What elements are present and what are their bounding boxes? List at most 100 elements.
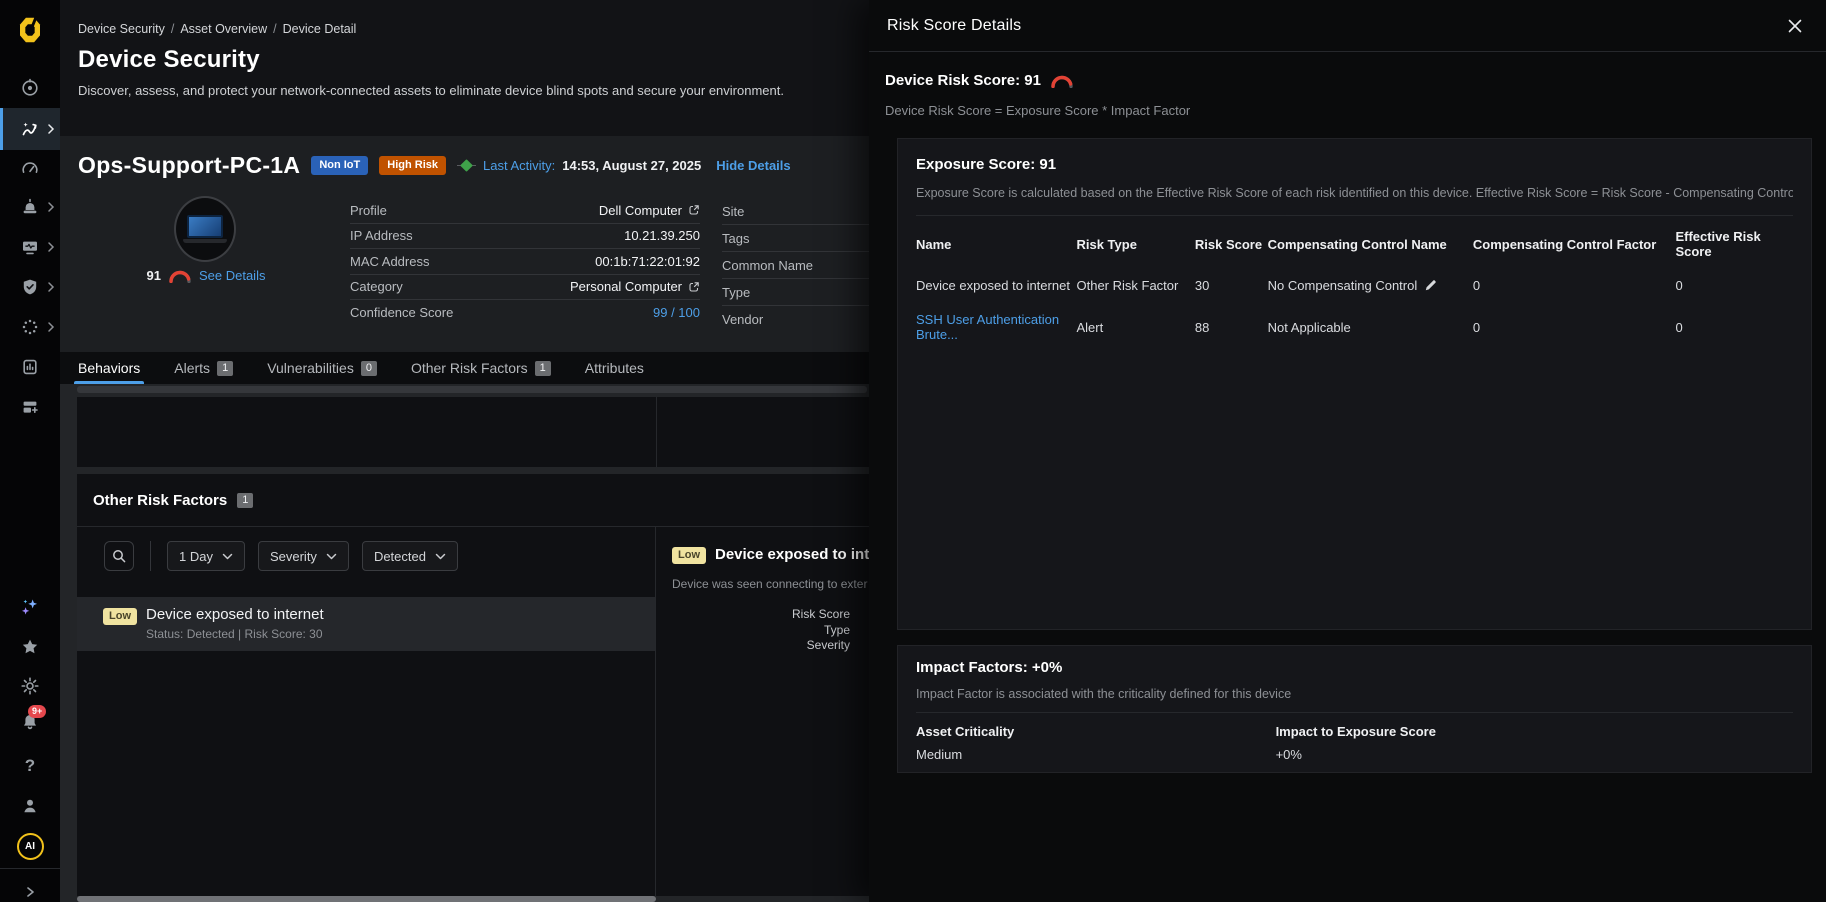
risk-gauge-icon — [168, 269, 192, 283]
impact-table-header: Asset Criticality Impact to Exposure Sco… — [916, 724, 1793, 739]
siren-icon — [20, 197, 40, 217]
ai-badge: AI — [17, 833, 44, 860]
cell-control-factor: 0 — [1473, 278, 1676, 293]
exposure-score-title: Exposure Score: 91 — [916, 156, 1793, 173]
cell-impact: +0% — [1276, 747, 1793, 762]
sparkles-icon — [19, 596, 41, 618]
impact-factors-card: Impact Factors: +0% Impact Factor is ass… — [897, 645, 1812, 773]
external-link-icon[interactable] — [688, 281, 700, 293]
sidebar-item-help[interactable]: ? — [0, 746, 60, 786]
device-title-row: Ops-Support-PC-1A Non IoT High Risk Last… — [78, 152, 791, 179]
severity-filter-dropdown[interactable]: Severity — [258, 541, 349, 571]
severity-badge: Low — [103, 608, 137, 625]
cell-effective-risk-score: 0 — [1675, 278, 1793, 293]
notification-count-badge: 9+ — [28, 705, 46, 718]
sidebar-item-notifications[interactable]: 9+ — [0, 704, 60, 744]
sidebar-item-reports[interactable] — [0, 347, 60, 387]
shield-check-icon — [20, 277, 40, 297]
sidebar-item-ai-badge[interactable]: AI — [0, 826, 60, 866]
close-button[interactable] — [1784, 15, 1806, 37]
last-activity: Last Activity: 14:53, August 27, 2025 — [457, 158, 701, 173]
sidebar-item-alerts[interactable] — [0, 187, 60, 227]
device-security-app: 9+ ? AI Device Security / — [0, 0, 1826, 902]
breadcrumb-device-detail[interactable]: Device Detail — [283, 22, 357, 36]
risk-level-badge: High Risk — [379, 156, 446, 175]
external-link-icon[interactable] — [688, 204, 700, 216]
cell-asset-criticality: Medium — [916, 747, 1276, 762]
search-button[interactable] — [104, 541, 134, 571]
list-item[interactable]: Low Device exposed to internet Status: D… — [77, 597, 655, 651]
device-risk-score-heading: Device Risk Score: 91 — [885, 72, 1074, 89]
panel-title: Risk Score Details — [887, 17, 1021, 35]
sidebar-expand-button[interactable] — [0, 872, 60, 902]
cell-name-link[interactable]: SSH User Authentication Brute... — [916, 312, 1076, 342]
device-risk-score-row: 91 See Details — [126, 268, 286, 283]
device-avatar — [174, 196, 236, 262]
see-details-link[interactable]: See Details — [199, 268, 265, 283]
status-filter-dropdown[interactable]: Detected — [362, 541, 458, 571]
cell-control-name: No Compensating Control — [1268, 278, 1418, 293]
sidebar-item-favorites[interactable] — [0, 627, 60, 667]
severity-badge: Low — [672, 547, 706, 564]
list-horizontal-scrollbar[interactable] — [77, 896, 656, 902]
cell-name: Device exposed to internet — [916, 278, 1076, 293]
sidebar-item-processes[interactable] — [0, 307, 60, 347]
detail-label-type: Type — [672, 623, 850, 639]
impact-factors-description: Impact Factor is associated with the cri… — [916, 687, 1793, 701]
tab-other-risk-factors[interactable]: Other Risk Factors1 — [411, 352, 551, 384]
gauge-icon — [20, 158, 40, 178]
toolbar-divider — [150, 541, 151, 571]
exposure-table-header: Name Risk Type Risk Score Compensating C… — [916, 229, 1793, 259]
section-count-badge: 1 — [237, 493, 253, 508]
horizontal-scrollbar[interactable] — [77, 386, 867, 393]
divider — [916, 215, 1793, 216]
risk-gauge-icon — [1050, 74, 1074, 88]
col-risk-type: Risk Type — [1076, 237, 1194, 252]
impact-table-row: Medium +0% — [916, 747, 1793, 762]
sidebar-item-integrations[interactable] — [0, 387, 60, 427]
sidebar-divider — [0, 868, 60, 869]
cell-control-factor: 0 — [1473, 320, 1676, 335]
risk-score-value: 91 — [147, 268, 161, 283]
star-icon — [20, 637, 40, 657]
section-title: Other Risk Factors — [93, 492, 227, 509]
card-divider — [656, 397, 657, 467]
edit-pencil-icon[interactable] — [1424, 279, 1437, 292]
cell-risk-score: 30 — [1195, 278, 1268, 293]
time-filter-dropdown[interactable]: 1 Day — [167, 541, 245, 571]
exposure-table-row: Device exposed to internet Other Risk Fa… — [916, 278, 1793, 293]
risk-score-formula: Device Risk Score = Exposure Score * Imp… — [885, 103, 1190, 118]
col-name: Name — [916, 237, 1076, 252]
col-compensating-control-factor: Compensating Control Factor — [1473, 237, 1676, 252]
cell-control-name: Not Applicable — [1268, 320, 1473, 335]
hide-details-link[interactable]: Hide Details — [716, 158, 790, 173]
risk-factor-list: Low Device exposed to internet Status: D… — [77, 597, 655, 896]
tab-alerts[interactable]: Alerts1 — [174, 352, 233, 384]
tab-attributes[interactable]: Attributes — [585, 352, 644, 384]
chevron-right-icon — [47, 321, 55, 333]
sidebar-item-risk[interactable] — [0, 148, 60, 188]
sidebar-item-device-security[interactable] — [0, 108, 60, 150]
sidebar-item-security-policies[interactable] — [0, 267, 60, 307]
sidebar-item-settings[interactable] — [0, 666, 60, 706]
tab-behaviors[interactable]: Behaviors — [78, 352, 140, 384]
sidebar-item-discover[interactable] — [0, 68, 60, 108]
device-fields-column-1: Profile Dell Computer IP Address 10.21.3… — [350, 198, 700, 326]
exposure-score-description: Exposure Score is calculated based on th… — [916, 186, 1793, 200]
app-logo[interactable] — [0, 10, 60, 50]
tab-vulnerabilities[interactable]: Vulnerabilities0 — [267, 352, 377, 384]
integration-blocks-icon — [20, 397, 40, 417]
cell-risk-type: Other Risk Factor — [1076, 278, 1194, 293]
sidebar-item-devices[interactable] — [0, 227, 60, 267]
person-icon — [20, 796, 40, 816]
col-effective-risk-score: Effective Risk Score — [1675, 229, 1793, 259]
impact-factors-title: Impact Factors: +0% — [916, 659, 1793, 676]
breadcrumb-device-security[interactable]: Device Security — [78, 22, 165, 36]
divider — [916, 712, 1793, 713]
breadcrumb-asset-overview[interactable]: Asset Overview — [180, 22, 267, 36]
device-monitor-icon — [20, 237, 40, 257]
activity-status-icon — [457, 161, 476, 170]
sidebar-item-profile[interactable] — [0, 786, 60, 826]
cell-risk-type: Alert — [1076, 320, 1194, 335]
sidebar-item-ai-assistant[interactable] — [0, 587, 60, 627]
